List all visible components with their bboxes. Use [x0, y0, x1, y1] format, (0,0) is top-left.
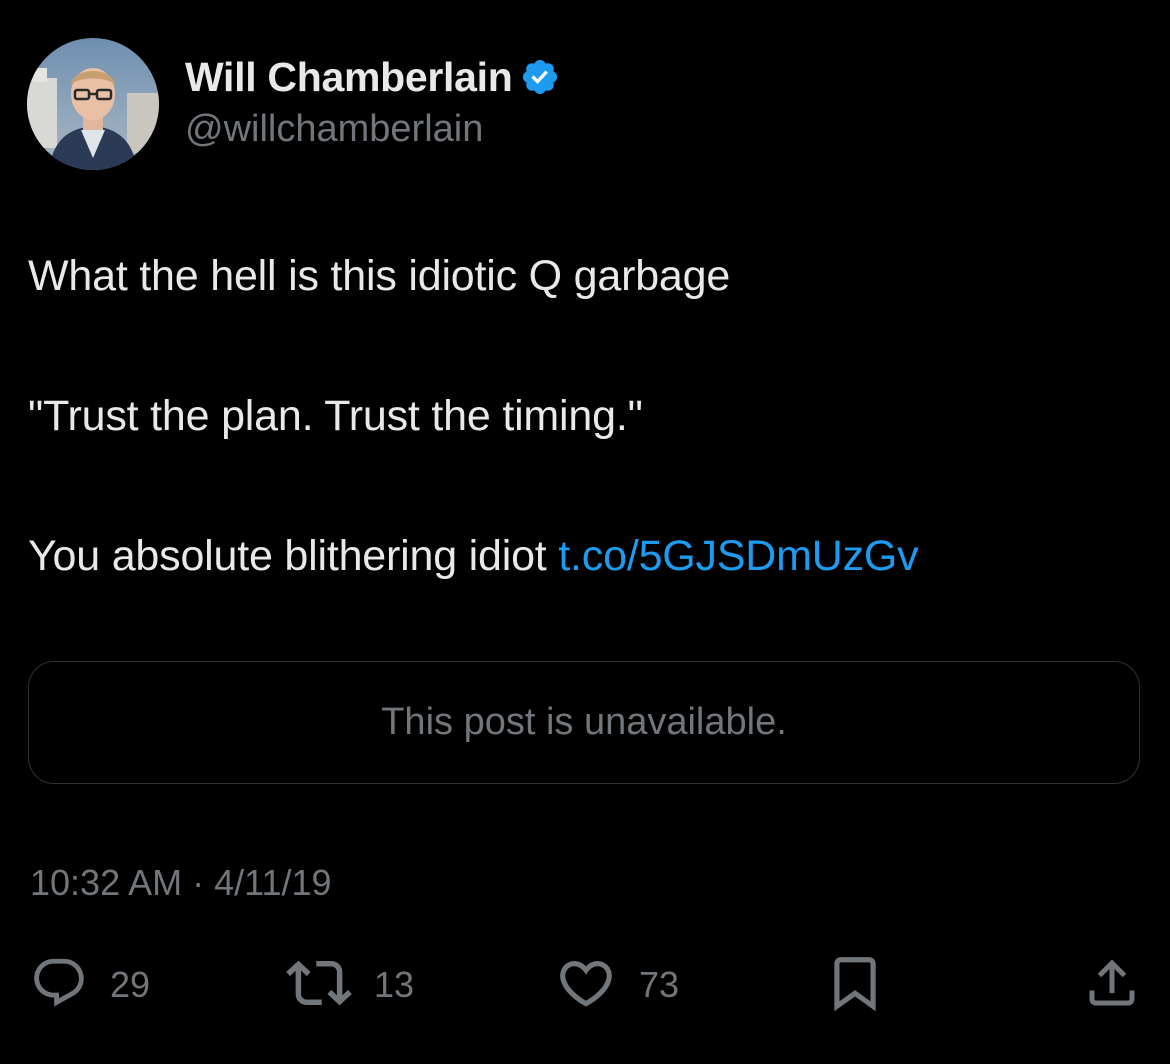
reply-button[interactable]: 29 [30, 952, 150, 1018]
author-handle[interactable]: @willchamberlain [185, 108, 483, 151]
repost-arrows-icon [286, 950, 352, 1021]
avatar-image [27, 38, 159, 170]
tweet-detail: Will Chamberlain @willchamberlain What t… [0, 0, 1170, 1064]
share-button[interactable] [1082, 952, 1142, 1018]
tweet-text-line: What the hell is this idiotic Q garbage [28, 252, 731, 300]
heart-icon [555, 952, 617, 1019]
tweet-text-line: You absolute blithering idiot t.co/5GJSD… [28, 532, 919, 581]
quoted-post-card[interactable]: This post is unavailable. [28, 661, 1140, 784]
repost-button[interactable]: 13 [286, 952, 414, 1018]
reply-bubble-icon [30, 954, 88, 1017]
like-count: 73 [639, 964, 680, 1005]
reply-count: 29 [110, 964, 151, 1005]
bookmark-icon [824, 952, 886, 1019]
post-timestamp[interactable]: 10:32 AM · 4/11/19 [30, 862, 332, 904]
author-name-row: Will Chamberlain [185, 52, 560, 102]
verified-badge-icon[interactable] [520, 57, 560, 97]
share-upload-icon [1082, 953, 1142, 1018]
quoted-post-unavailable-text: This post is unavailable. [381, 701, 787, 743]
repost-count: 13 [374, 964, 415, 1005]
like-button[interactable]: 73 [555, 952, 679, 1018]
avatar[interactable] [27, 38, 159, 170]
bookmark-button[interactable] [824, 952, 886, 1018]
tweet-link[interactable]: t.co/5GJSDmUzGv [558, 532, 918, 580]
tweet-text-line: "Trust the plan. Trust the timing." [28, 392, 643, 440]
author-display-name[interactable]: Will Chamberlain [185, 54, 513, 101]
tweet-text-segment: You absolute blithering idiot [28, 532, 559, 580]
